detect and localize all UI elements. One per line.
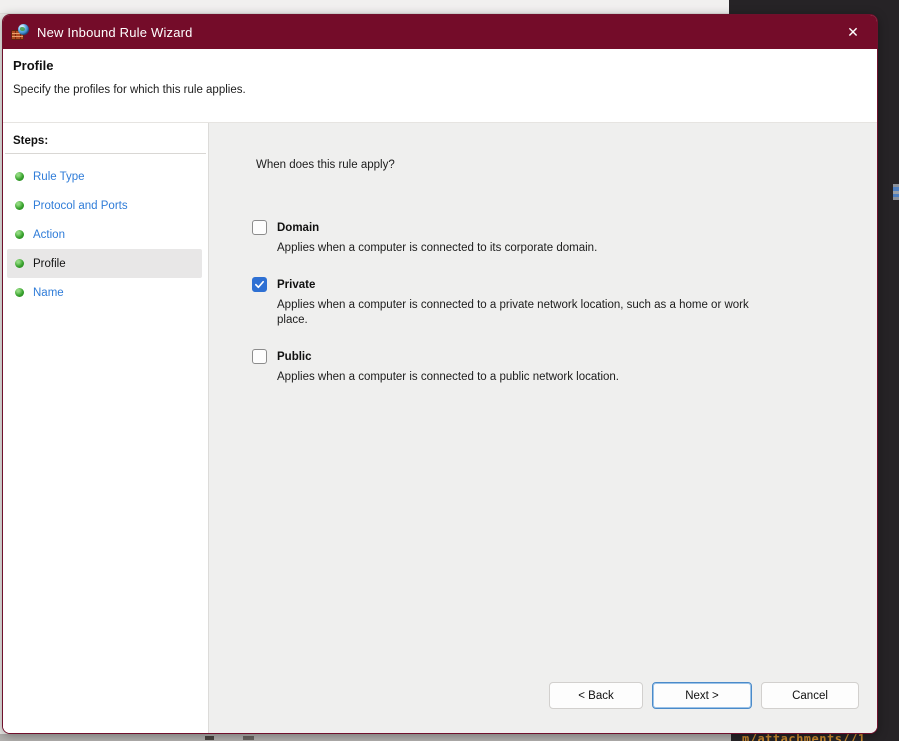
step-bullet-icon bbox=[15, 230, 24, 239]
back-button[interactable]: < Back bbox=[549, 682, 643, 709]
background-smudge bbox=[205, 736, 214, 740]
public-label: Public bbox=[277, 351, 312, 363]
background-light-window-top bbox=[0, 0, 729, 14]
sidebar-item-rule-type[interactable]: Rule Type bbox=[7, 162, 202, 191]
title-bar: New Inbound Rule Wizard ✕ bbox=[3, 15, 877, 49]
background-smudge bbox=[243, 736, 254, 740]
step-bullet-icon bbox=[15, 288, 24, 297]
steps-sidebar: Steps: Rule Type Protocol and Ports Acti… bbox=[3, 123, 209, 733]
checkmark-icon bbox=[254, 279, 265, 290]
globe-icon bbox=[18, 24, 29, 35]
profile-option-private: Private Applies when a computer is conne… bbox=[252, 277, 792, 328]
background-taskbar-strip bbox=[0, 734, 731, 741]
sidebar-item-label: Protocol and Ports bbox=[33, 200, 128, 212]
close-button[interactable]: ✕ bbox=[839, 19, 867, 45]
sidebar-item-action[interactable]: Action bbox=[7, 220, 202, 249]
page-title: Profile bbox=[13, 58, 865, 73]
sidebar-item-profile[interactable]: Profile bbox=[7, 249, 202, 278]
window-title: New Inbound Rule Wizard bbox=[37, 25, 193, 40]
sidebar-item-label: Name bbox=[33, 287, 64, 299]
sidebar-item-label: Action bbox=[33, 229, 65, 241]
public-description: Applies when a computer is connected to … bbox=[277, 370, 777, 385]
firewall-icon bbox=[11, 24, 29, 41]
step-bullet-icon bbox=[15, 259, 24, 268]
sidebar-item-protocol-and-ports[interactable]: Protocol and Ports bbox=[7, 191, 202, 220]
public-checkbox[interactable] bbox=[252, 349, 267, 364]
sidebar-item-label: Rule Type bbox=[33, 171, 85, 183]
sidebar-item-label: Profile bbox=[33, 258, 66, 270]
step-bullet-icon bbox=[15, 201, 24, 210]
new-inbound-rule-wizard-dialog: New Inbound Rule Wizard ✕ Profile Specif… bbox=[2, 14, 878, 734]
domain-label: Domain bbox=[277, 222, 319, 234]
domain-checkbox[interactable] bbox=[252, 220, 267, 235]
steps-heading: Steps: bbox=[3, 135, 208, 147]
question-text: When does this rule apply? bbox=[256, 159, 395, 171]
step-bullet-icon bbox=[15, 172, 24, 181]
profile-option-public: Public Applies when a computer is connec… bbox=[252, 349, 792, 385]
private-description: Applies when a computer is connected to … bbox=[277, 298, 777, 328]
private-checkbox[interactable] bbox=[252, 277, 267, 292]
domain-description: Applies when a computer is connected to … bbox=[277, 241, 777, 256]
next-button[interactable]: Next > bbox=[652, 682, 752, 709]
sidebar-item-name[interactable]: Name bbox=[7, 278, 202, 307]
cancel-button[interactable]: Cancel bbox=[761, 682, 859, 709]
profile-option-domain: Domain Applies when a computer is connec… bbox=[252, 220, 792, 256]
wizard-header: Profile Specify the profiles for which t… bbox=[3, 49, 877, 123]
page-subtitle: Specify the profiles for which this rule… bbox=[13, 84, 865, 96]
private-label: Private bbox=[277, 279, 315, 291]
background-artifact bbox=[893, 184, 899, 200]
profile-step-content: When does this rule apply? Domain Applie… bbox=[209, 123, 877, 733]
steps-divider bbox=[5, 153, 206, 154]
